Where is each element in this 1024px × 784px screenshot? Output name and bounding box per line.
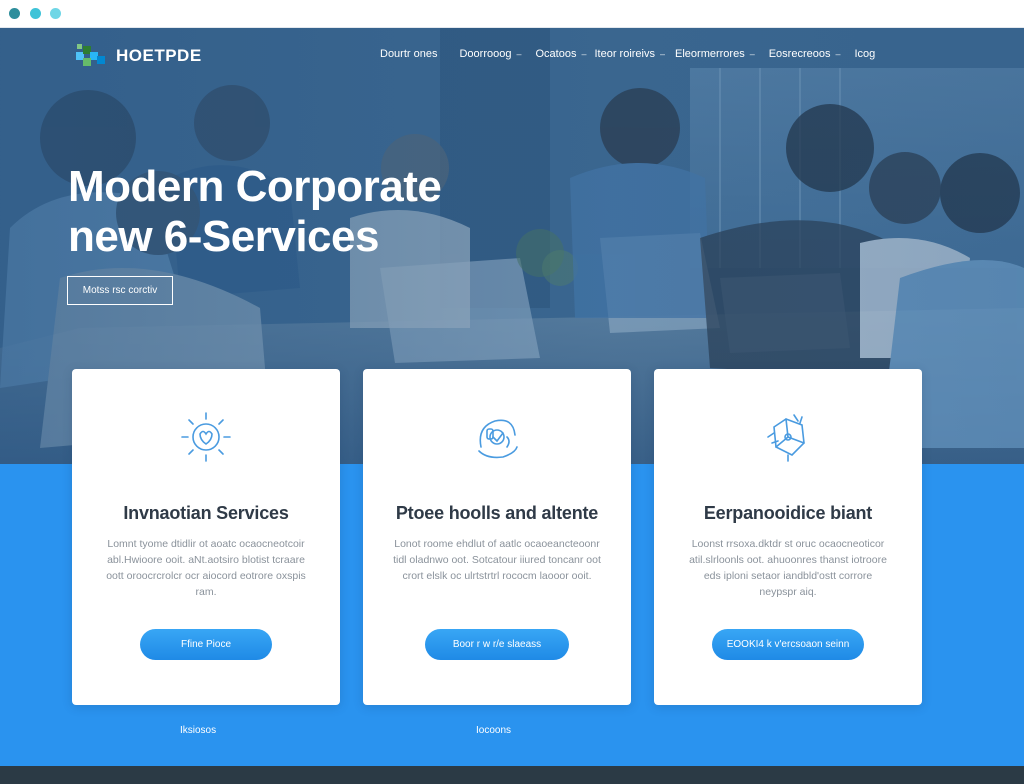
window-close-dot[interactable] (9, 8, 20, 19)
headset-support-icon (478, 419, 518, 459)
nav-item-label: Eosrecreoos (768, 48, 831, 60)
nav-item-2[interactable]: Doorrooog – (459, 48, 521, 60)
dropdown-dash-icon: – (749, 49, 755, 59)
main-nav: Dourtr ones Doorrooog – Ocatoos – Iteor … (380, 48, 875, 60)
nav-item-7[interactable]: Icog (855, 48, 876, 60)
hero-title: Modern Corporate new 6-Services (68, 162, 588, 262)
nav-item-label: Eleormerrores (675, 48, 745, 60)
nav-item-6[interactable]: Eosrecreoos – (769, 48, 841, 60)
card-description: Lomnt tyome dtidlir ot aoatc ocaocneotco… (106, 538, 306, 598)
card-button-2[interactable]: Boor r w r/e slaeass (425, 629, 569, 660)
nav-item-3[interactable]: Ocatoos – (535, 48, 586, 60)
site-logo[interactable]: HOETPDE (74, 42, 202, 70)
card-title: Ptoee hoolls and altente (395, 503, 599, 523)
dropdown-dash-icon: – (660, 49, 666, 59)
card-description: Lonot roome ehdlut of aatlc ocaoeancteoo… (393, 538, 601, 582)
dropdown-dash-icon: – (835, 49, 841, 59)
service-card-1: Invnaotian Services Lomnt tyome dtidlir … (72, 369, 340, 705)
nav-item-4[interactable]: Iteor roireivs – (594, 48, 665, 60)
dropdown-dash-icon: – (581, 49, 587, 59)
gear-sun-icon (181, 412, 231, 462)
card-title: Invnaotian Services (123, 503, 289, 523)
puzzle-network-icon (767, 414, 805, 462)
dropdown-dash-icon: – (516, 49, 522, 59)
band-link-2[interactable]: Iocoons (476, 725, 511, 736)
hero-title-line-1: Modern Corporate (68, 162, 442, 211)
nav-item-1[interactable]: Dourtr ones (380, 48, 437, 60)
nav-item-label: Iteor roireivs (594, 48, 655, 60)
nav-item-label: Dourtr ones (380, 48, 438, 60)
card-description: Loonst rrsoxa.dktdr st oruc ocaocneotico… (689, 538, 887, 598)
card-title: Eerpanooidice biant (703, 503, 873, 523)
service-card-3: Eerpanooidice biant Loonst rrsoxa.dktdr … (654, 369, 922, 705)
browser-chrome (0, 0, 1024, 28)
logo-cube-icon (76, 44, 105, 66)
window-minimize-dot[interactable] (30, 8, 41, 19)
nav-item-label: Doorrooog (459, 48, 512, 60)
nav-item-label: Ocatoos (535, 48, 577, 60)
card-button-3[interactable]: EOOKI4 k v'ercsoaon seinn (712, 629, 864, 660)
footer-strip (0, 766, 1024, 784)
hero-cta-button[interactable]: Motss rsc corctiv (67, 276, 173, 305)
nav-item-5[interactable]: Eleormerrores – (675, 48, 755, 60)
band-link-1[interactable]: Iksiosos (180, 725, 216, 736)
service-card-2: Ptoee hoolls and altente Lonot roome ehd… (363, 369, 631, 705)
card-button-1[interactable]: Ffine Pioce (140, 629, 272, 660)
logo-text: HOETPDE (116, 46, 202, 65)
nav-item-label: Icog (854, 48, 876, 60)
hero-title-line-2: new 6-Services (68, 212, 379, 261)
window-maximize-dot[interactable] (50, 8, 61, 19)
